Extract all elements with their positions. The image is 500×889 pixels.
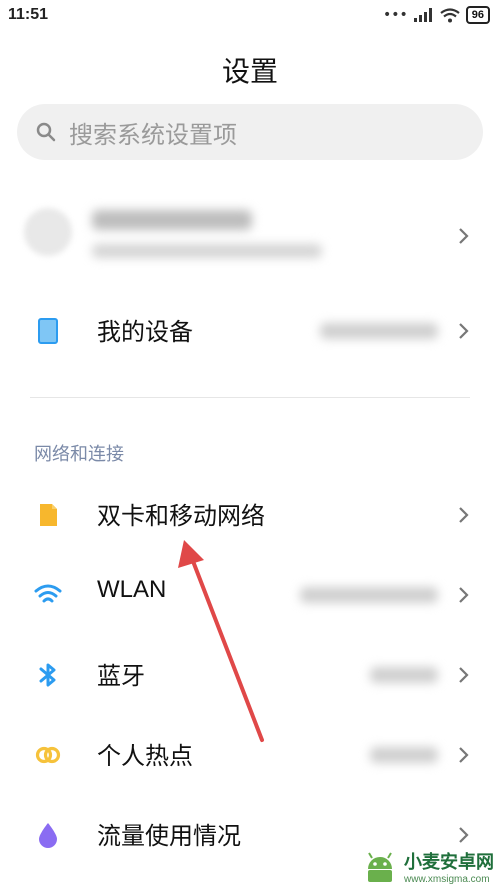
watermark: 小麦安卓网 www.xmsigma.com <box>362 848 494 885</box>
hotspot-row[interactable]: 个人热点 <box>0 720 500 790</box>
account-subtitle <box>92 244 322 258</box>
hotspot-value <box>370 747 438 763</box>
chevron-right-icon <box>459 507 469 523</box>
dual-sim-row[interactable]: 双卡和移动网络 <box>0 480 500 550</box>
data-usage-label: 流量使用情况 <box>97 822 241 850</box>
battery-indicator: 96 <box>465 6 490 24</box>
wlan-value <box>300 587 438 603</box>
chevron-right-icon <box>459 587 469 603</box>
search-placeholder: 搜索系统设置项 <box>69 120 237 149</box>
sim-card-icon <box>40 504 57 526</box>
my-device-value <box>320 323 438 339</box>
bluetooth-icon <box>39 663 56 687</box>
search-icon <box>36 122 56 142</box>
signal-icon <box>413 8 432 22</box>
data-usage-icon <box>39 823 57 848</box>
watermark-url: www.xmsigma.com <box>404 874 490 885</box>
page-title: 设置 <box>221 55 278 88</box>
account-name <box>92 210 252 230</box>
chevron-right-icon <box>459 667 469 683</box>
more-dots-icon: ••• <box>382 7 408 23</box>
status-bar: 11:51 ••• 96 <box>0 0 500 34</box>
chevron-right-icon <box>459 747 469 763</box>
android-logo-icon <box>368 851 392 882</box>
chevron-right-icon <box>459 827 469 843</box>
wlan-row[interactable]: WLAN <box>0 560 500 630</box>
hotspot-icon <box>35 746 61 764</box>
bluetooth-row[interactable]: 蓝牙 <box>0 640 500 710</box>
avatar <box>24 208 72 256</box>
bluetooth-value <box>370 667 438 683</box>
dual-sim-label: 双卡和移动网络 <box>97 502 265 530</box>
my-device-row[interactable]: 我的设备 <box>0 296 500 366</box>
status-icons: ••• 96 <box>383 6 490 24</box>
chevron-right-icon <box>459 228 469 244</box>
wlan-label: WLAN <box>97 576 167 603</box>
wifi-status-icon <box>440 7 460 22</box>
device-icon <box>38 318 58 344</box>
my-device-label: 我的设备 <box>97 318 193 346</box>
divider <box>30 397 470 398</box>
watermark-brand: 小麦安卓网 <box>404 852 494 873</box>
hotspot-label: 个人热点 <box>97 742 193 770</box>
account-row[interactable] <box>0 190 500 280</box>
section-header-network: 网络和连接 <box>34 444 124 465</box>
search-input[interactable]: 搜索系统设置项 <box>17 104 483 160</box>
bluetooth-label: 蓝牙 <box>97 662 145 690</box>
wifi-icon <box>34 584 62 603</box>
status-time: 11:51 <box>8 6 49 23</box>
chevron-right-icon <box>459 323 469 339</box>
